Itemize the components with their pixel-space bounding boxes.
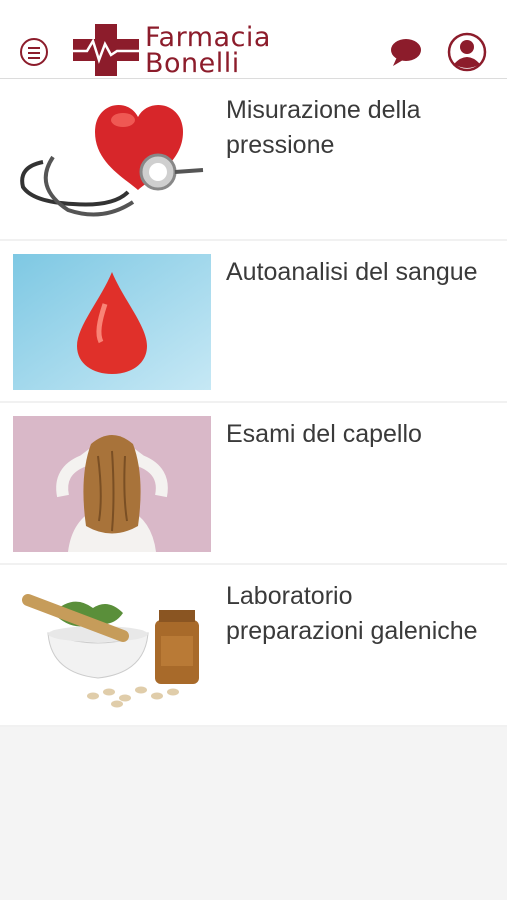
service-item-capello[interactable]: Esami del capello	[0, 403, 507, 565]
blood-drop-image	[13, 254, 211, 390]
service-title: Laboratorio preparazioni galeniche	[226, 582, 478, 645]
service-title: Autoanalisi del sangue	[226, 258, 478, 286]
service-item-galeniche[interactable]: Laboratorio preparazioni galeniche	[0, 565, 507, 727]
pharmacy-logo[interactable]: Farmacia Bonelli	[73, 24, 283, 78]
chat-bubble-icon[interactable]	[389, 36, 423, 68]
menu-icon[interactable]	[20, 38, 48, 66]
service-title: Misurazione della pressione	[226, 96, 421, 159]
service-title: Esami del capello	[226, 420, 422, 448]
services-list: Misurazione della pressione Autoanalisi …	[0, 79, 507, 727]
service-item-pressione[interactable]: Misurazione della pressione	[0, 79, 507, 241]
mortar-pills-image	[13, 578, 211, 714]
pharmacy-cross-icon	[73, 24, 139, 76]
app-header: Farmacia Bonelli	[0, 0, 507, 79]
service-item-sangue[interactable]: Autoanalisi del sangue	[0, 241, 507, 403]
hair-woman-image	[13, 416, 211, 552]
user-profile-icon[interactable]	[447, 32, 487, 72]
logo-text: Farmacia Bonelli	[145, 24, 271, 78]
heart-stethoscope-image	[13, 92, 211, 228]
logo-line-2: Bonelli	[145, 48, 240, 79]
